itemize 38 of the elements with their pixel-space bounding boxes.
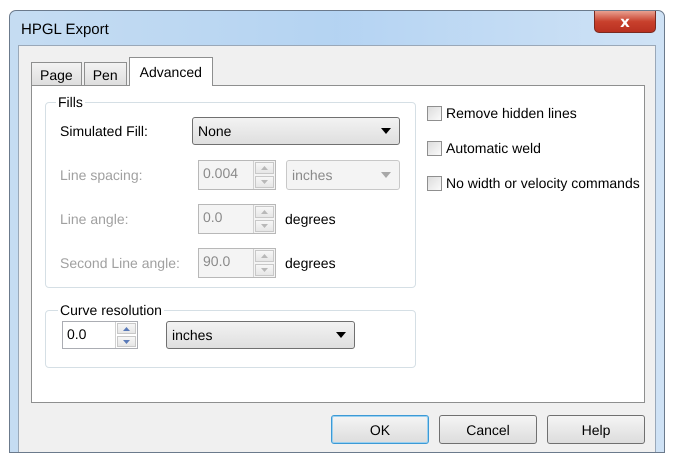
unit-dropdown[interactable]: inches [166,321,355,349]
checkbox[interactable] [427,106,442,120]
close-button[interactable]: x [594,11,656,33]
dialog-button[interactable]: Help [547,415,645,444]
dropdown-arrow-icon [381,128,391,134]
dialog-button[interactable]: Cancel [439,415,537,444]
window-title: HPGL Export [21,20,109,38]
down-arrow-icon [261,268,268,272]
up-arrow-icon [123,326,130,330]
field-label: Second Line angle: [60,255,181,271]
unit-label: degrees [285,211,336,227]
dialog-button[interactable]: OK [331,415,429,444]
field-label: Line angle: [60,211,130,227]
tab[interactable]: Advanced [128,57,213,86]
dropdown-arrow-icon [336,332,346,338]
checkbox[interactable] [427,140,442,156]
up-arrow-icon [261,254,268,258]
unit-label: degrees [285,255,336,271]
down-arrow-icon [123,340,130,344]
spin-down-button[interactable] [117,336,136,347]
checkbox-label: Automatic weld [446,140,541,156]
tab[interactable]: Page [31,62,82,86]
down-arrow-icon [261,180,268,184]
up-arrow-icon [261,166,268,170]
tab[interactable]: Pen [84,62,127,86]
checkbox[interactable] [427,176,442,190]
field-label: Simulated Fill: [60,123,149,139]
spin-field[interactable]: 0.0 [62,321,138,349]
group-title: Fills [57,94,84,110]
dropdown[interactable]: None [192,117,400,145]
group-title: Curve resolution [59,302,163,318]
up-arrow-icon [261,210,268,214]
field-label: Line spacing: [60,167,144,183]
checkbox-label: Remove hidden lines [446,105,577,121]
checkbox-label: No width or velocity commands [446,175,640,191]
dropdown-arrow-icon [381,172,391,178]
down-arrow-icon [261,224,268,228]
spin-up-button[interactable] [117,323,136,334]
